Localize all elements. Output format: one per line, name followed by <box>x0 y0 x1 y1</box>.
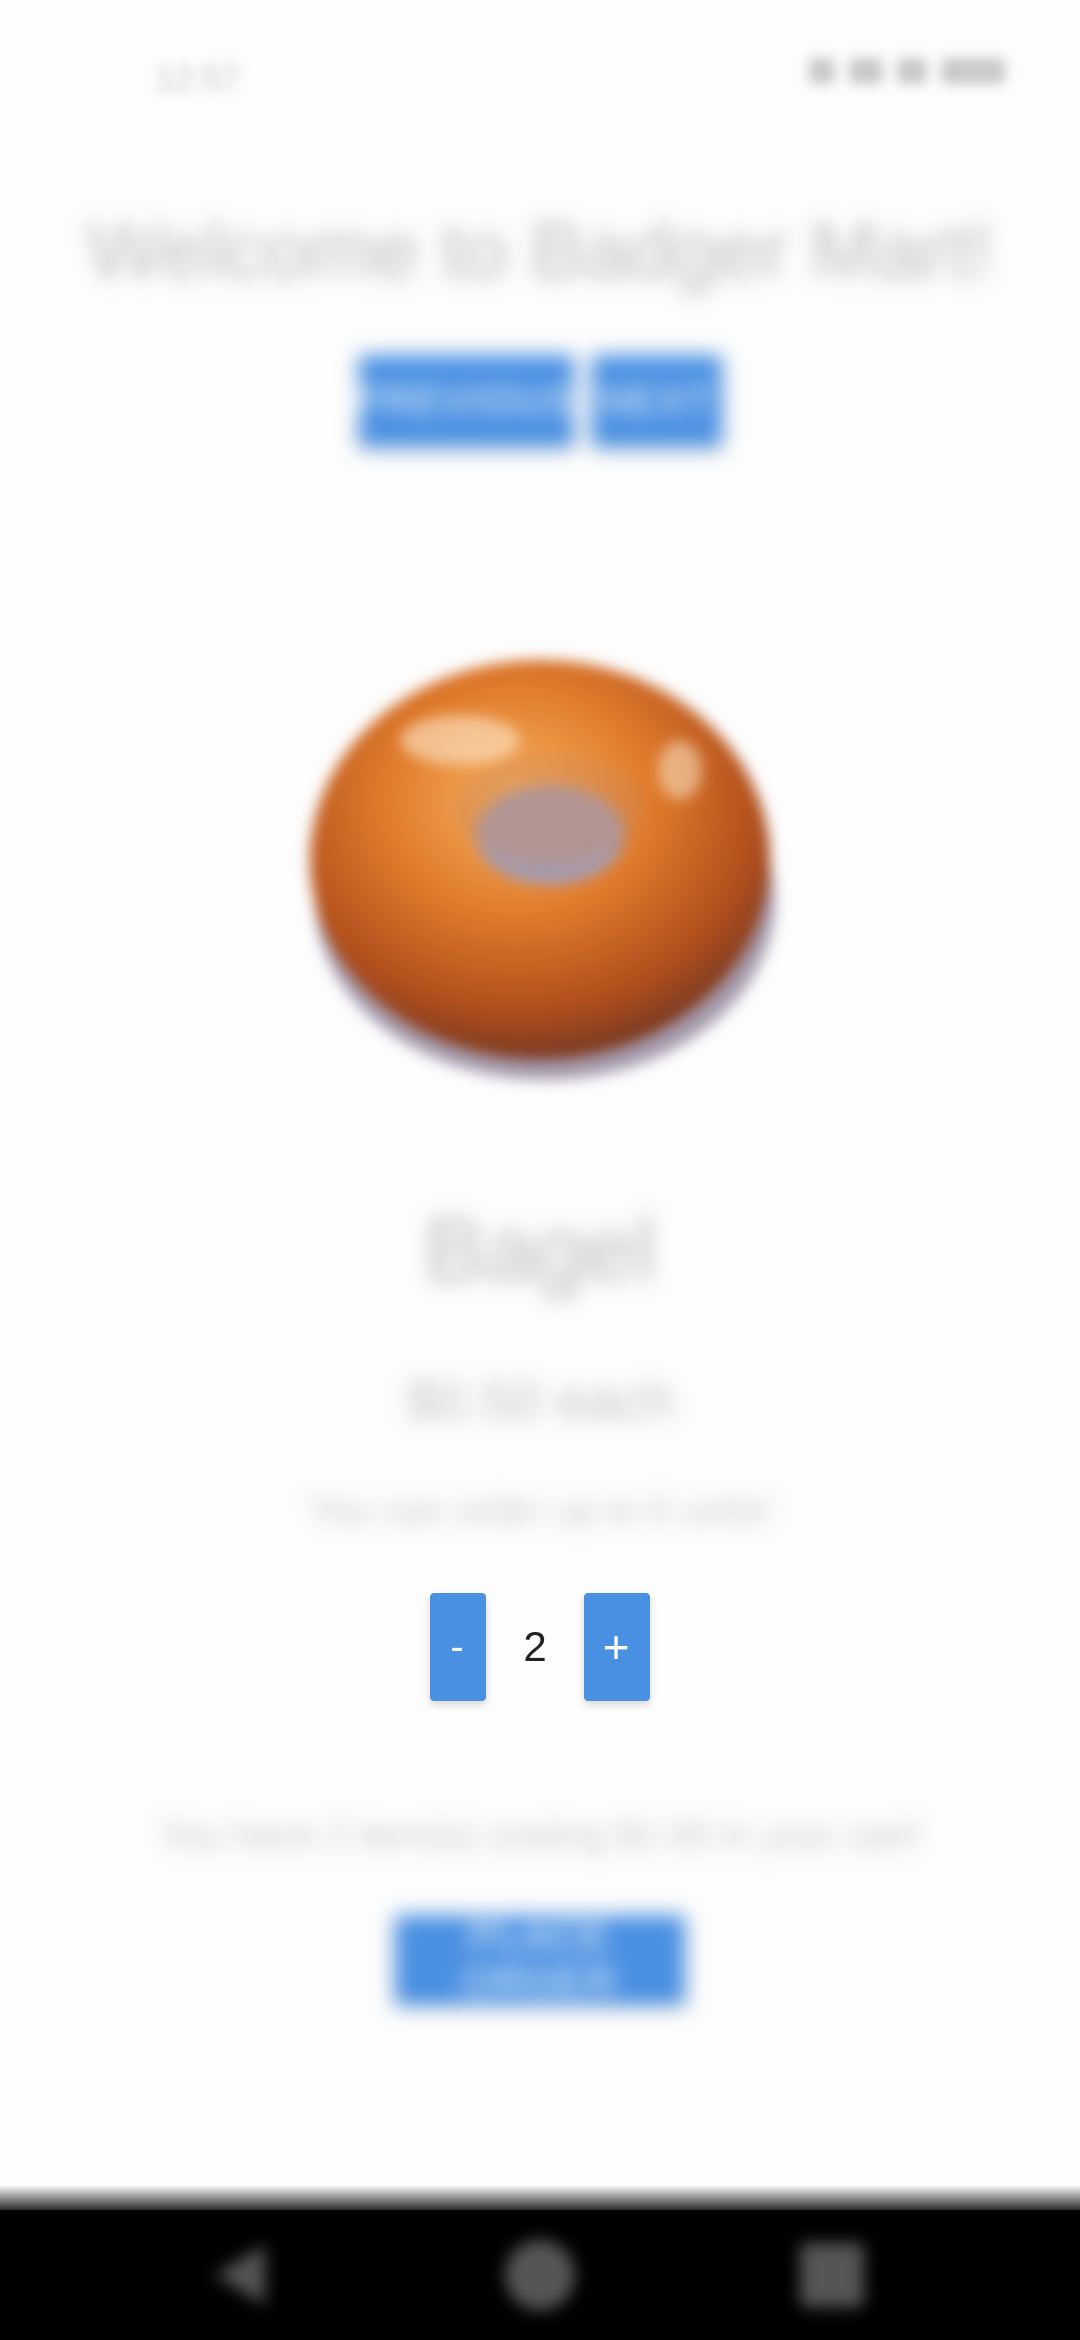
home-icon[interactable] <box>505 2240 575 2310</box>
decrement-button[interactable]: - <box>430 1593 486 1701</box>
place-order-button[interactable]: PLACE ORDER <box>395 1915 685 2005</box>
product-name: Bagel <box>424 1201 656 1301</box>
next-button[interactable]: NEXT <box>591 355 722 447</box>
cart-summary: You have 2 item(s) costing $1.00 in your… <box>159 1815 921 1857</box>
quantity-stepper: - 2 + <box>0 1593 1080 1701</box>
wifi-icon <box>849 58 883 84</box>
product-price: $0.50 each <box>406 1371 674 1431</box>
product-limit: You can order up to 6 units! <box>308 1490 772 1532</box>
signal-icon <box>897 58 927 84</box>
notification-icon <box>809 58 835 84</box>
page-title: Welcome to Badger Mart! <box>87 206 993 295</box>
status-time: 12:57 <box>155 60 241 98</box>
product-nav: PREVIOUS NEXT <box>0 355 1080 447</box>
status-bar: 12:57 <box>0 0 1080 160</box>
status-icons <box>809 58 1005 84</box>
previous-button[interactable]: PREVIOUS <box>355 355 575 447</box>
quantity-value: 2 <box>523 1623 547 1670</box>
bagel-image <box>300 600 780 1100</box>
back-icon[interactable] <box>215 2245 265 2305</box>
battery-icon <box>941 58 1005 84</box>
increment-button[interactable]: + <box>584 1593 650 1701</box>
recents-icon[interactable] <box>800 2243 864 2307</box>
